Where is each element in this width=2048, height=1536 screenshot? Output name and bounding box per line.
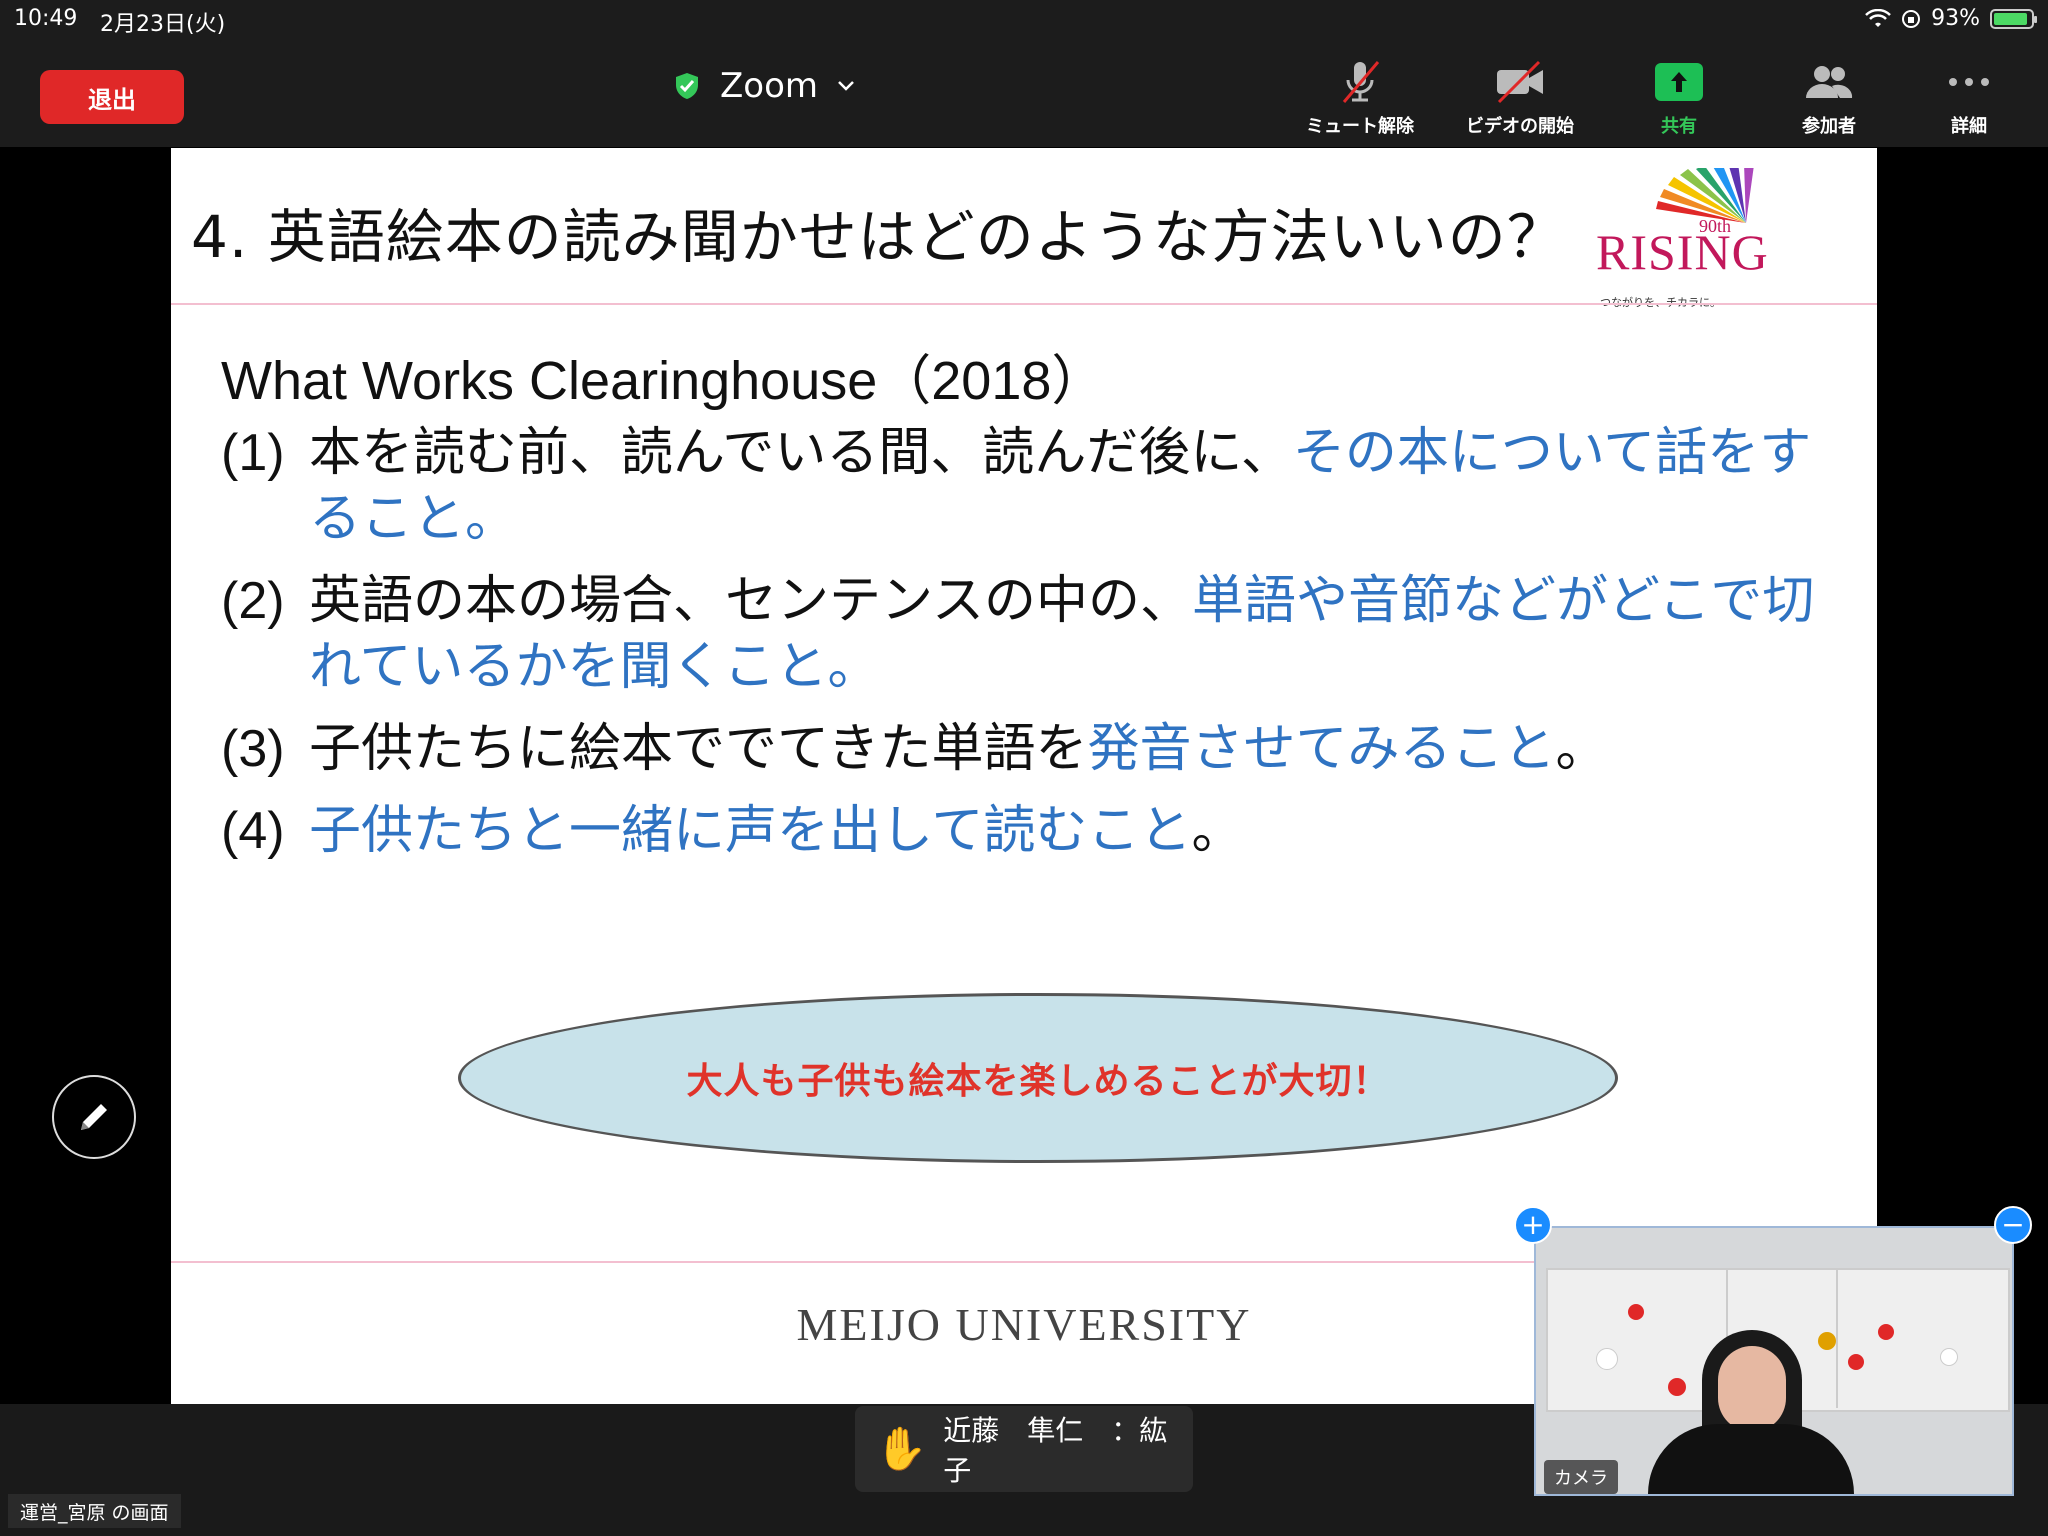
status-indicators: 93% <box>1865 6 2037 31</box>
minus-icon: − <box>2001 1208 2025 1241</box>
slide-heading: What Works Clearinghouse（2018） <box>221 351 1106 411</box>
start-video-label: ビデオの開始 <box>1466 116 1574 137</box>
callout-text: 大人も子供も絵本を楽しめることが大切！ <box>686 1061 1390 1102</box>
more-button[interactable]: 詳細 <box>1904 56 2034 142</box>
participants-label: 参加者 <box>1802 116 1856 137</box>
raised-hands-indicator[interactable]: ✋ 近藤 隼仁 ：紘子 <box>855 1406 1193 1492</box>
shared-slide: 4. 英語絵本の読み聞かせはどのような方法いいの？ 90th RISING つな… <box>171 148 1877 1404</box>
list-item: (3) 子供たちに絵本ででてきた単語を発音させてみること。 <box>221 716 1821 782</box>
share-arrow-icon <box>1655 63 1703 101</box>
logo-subtitle: つながりを、チカラに。 <box>1600 294 1721 310</box>
item-end: 。 <box>465 489 518 549</box>
list-item: (1) 本を読む前、読んでいる間、読んだ後に、その本について話をすること。 <box>221 420 1821 552</box>
expand-video-button[interactable]: + <box>1514 1206 1552 1244</box>
rising-logo: 90th RISING つながりを、チカラに。 <box>1596 168 1776 309</box>
more-label: 詳細 <box>1951 116 1987 137</box>
annotate-button[interactable] <box>52 1075 136 1159</box>
item-end: 。 <box>1191 801 1244 861</box>
meeting-title: Zoom <box>720 66 819 106</box>
item-number: (4) <box>221 802 285 860</box>
item-end: 。 <box>827 637 880 697</box>
camera-label: カメラ <box>1544 1460 1618 1494</box>
status-bar: 10:49 2月23日(火) 93% <box>0 0 2048 40</box>
raised-hand-names: 近藤 隼仁 ：紘子 <box>943 1414 1168 1487</box>
battery-icon <box>1990 8 2037 29</box>
minimize-video-button[interactable]: − <box>1994 1206 2032 1244</box>
unmute-button[interactable]: ミュート解除 <box>1295 56 1425 142</box>
video-camera-off-icon <box>1497 60 1543 104</box>
item-number: (1) <box>221 424 285 482</box>
wifi-icon <box>1865 8 1891 27</box>
item-number: (2) <box>221 572 285 630</box>
item-text: 子供たちに絵本ででてきた単語を <box>309 719 1088 779</box>
item-number: (3) <box>221 720 285 778</box>
logo-text: RISING <box>1596 224 1769 280</box>
meeting-title-dropdown[interactable]: Zoom <box>672 66 856 106</box>
raised-hand-icon: ✋ <box>875 1424 928 1473</box>
start-video-button[interactable]: ビデオの開始 <box>1455 56 1585 142</box>
list-item: (2) 英語の本の場合、センテンスの中の、単語や音節などがどこで切れているかを聞… <box>221 568 1821 700</box>
participants-button[interactable]: 参加者 <box>1764 56 1894 142</box>
self-video-tile[interactable]: カメラ <box>1534 1226 2014 1496</box>
unmute-label: ミュート解除 <box>1306 116 1414 137</box>
list-item: (4) 子供たちと一緒に声を出して読むこと。 <box>221 798 1821 864</box>
share-button[interactable]: 共有 <box>1614 56 1744 142</box>
rainbow-fan-icon <box>1656 168 1754 223</box>
item-highlight: 子供たちと一緒に声を出して読むこと <box>309 801 1192 861</box>
microphone-muted-icon <box>1342 61 1380 103</box>
share-label: 共有 <box>1661 116 1697 137</box>
orientation-lock-icon <box>1902 9 1921 28</box>
plus-icon: + <box>1521 1208 1545 1241</box>
leave-button[interactable]: 退出 <box>40 70 184 124</box>
battery-percent: 93% <box>1931 6 1980 31</box>
chevron-down-icon <box>838 81 854 91</box>
status-time: 10:49 <box>14 6 78 31</box>
meeting-toolbar: 退出 Zoom ミュート解除 ビデオの開始 共有 参加者 詳細 <box>0 40 2048 147</box>
screen-share-label: 運営_宮原 の画面 <box>8 1494 181 1528</box>
status-date: 2月23日(火) <box>100 12 226 37</box>
item-text: 英語の本の場合、センテンスの中の、 <box>309 571 1192 631</box>
participants-icon <box>1806 66 1853 98</box>
callout-ellipse: 大人も子供も絵本を楽しめることが大切！ <box>458 993 1618 1163</box>
slide-title: 4. 英語絵本の読み聞かせはどのような方法いいの？ <box>191 203 1566 271</box>
item-text: 本を読む前、読んでいる間、読んだ後に、 <box>309 423 1293 483</box>
more-dots-icon <box>1949 78 1989 86</box>
top-divider <box>171 303 1877 305</box>
item-end: 。 <box>1555 719 1608 779</box>
slide-body: What Works Clearinghouse（2018） (1) 本を読む前… <box>221 348 1821 864</box>
item-highlight: 発音させてみること <box>1087 719 1556 779</box>
shield-check-icon <box>676 73 698 99</box>
pencil-icon <box>81 1104 107 1130</box>
